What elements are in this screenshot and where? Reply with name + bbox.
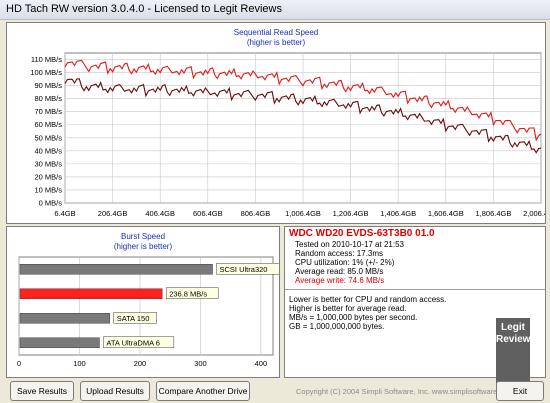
burst-speed-panel: Burst Speed (higher is better) 0 100 200 30… — [6, 226, 280, 378]
sequential-read-panel: Sequential Read Speed (higher is better)… — [6, 22, 546, 224]
drive-name: WDC WD20 EVDS-63T3B0 01.0 — [289, 228, 435, 239]
y-tick-label: 70 MB/s — [34, 107, 62, 116]
y-tick-label: 40 MB/s — [34, 146, 62, 155]
burst-tick-label: 0 — [17, 359, 21, 368]
average-read: Average read: 85.0 MB/s — [295, 267, 384, 276]
y-tick-label: 100 MB/s — [30, 68, 62, 77]
burst-bar-label: ATA UltraDMA 6 — [106, 338, 160, 347]
x-tick-label: 2,006.4GB — [523, 209, 545, 218]
x-tick-label: 1,606.4GB — [428, 209, 464, 218]
x-tick-label: 1,806.4GB — [475, 209, 511, 218]
burst-bar — [19, 313, 110, 324]
burst-tick-label: 300 — [194, 359, 207, 368]
y-tick-label: 30 MB/s — [34, 159, 62, 168]
cpu-utilization: CPU utilization: 1% (+/- 2%) — [295, 258, 395, 267]
copyright-text: Copyright (C) 2004 Simpli Software, Inc.… — [296, 387, 514, 396]
burst-tick-label: 100 — [73, 359, 86, 368]
y-tick-label: 20 MB/s — [34, 172, 62, 181]
burst-bar — [19, 337, 100, 348]
sequential-read-chart: 0 MB/s 10 MB/s 20 MB/s 30 MB/s 40 MB/s 50 MB/… — [30, 52, 545, 218]
y-tick-label: 80 MB/s — [34, 94, 62, 103]
x-tick-label: 1,006.4GB — [285, 209, 321, 218]
y-tick-label: 0 MB/s — [39, 199, 63, 208]
y-tick-label: 10 MB/s — [34, 185, 62, 194]
note-line: GB = 1,000,000,000 bytes. — [289, 322, 385, 331]
note-line: MB/s = 1,000,000 bytes per second. — [289, 313, 418, 322]
burst-tick-label: 200 — [134, 359, 147, 368]
burst-bar — [19, 288, 163, 299]
x-tick-label: 206.4GB — [98, 209, 128, 218]
random-access: Random access: 17.3ms — [295, 249, 384, 258]
note-line: Lower is better for CPU and random acces… — [289, 295, 447, 304]
app-window: HD Tach RW version 3.0.4.0 - Licensed to… — [0, 0, 550, 403]
y-tick-label: 50 MB/s — [34, 133, 62, 142]
x-tick-label: 606.4GB — [193, 209, 223, 218]
x-tick-label: 1,206.4GB — [333, 209, 369, 218]
upload-results-button[interactable]: Upload Results — [80, 381, 150, 401]
burst-bar-label: 236.8 MB/s — [169, 289, 207, 298]
window-title: HD Tach RW version 3.0.4.0 - Licensed to… — [6, 3, 282, 15]
burst-speed-chart: 0 100 200 300 400 SCSI Ultra320 236.8 MB/s SATA… — [17, 256, 279, 368]
compare-drive-button[interactable]: Compare Another Drive — [156, 381, 250, 401]
burst-bar-label: SCSI Ultra320 — [220, 265, 268, 274]
note-line: Higher is better for average read. — [289, 304, 407, 313]
y-tick-label: 90 MB/s — [34, 81, 62, 90]
x-tick-label: 406.4GB — [145, 209, 175, 218]
title-bar: HD Tach RW version 3.0.4.0 - Licensed to… — [0, 0, 550, 20]
watermark-logo: Legit Reviews — [496, 318, 536, 390]
exit-button[interactable]: Exit — [496, 381, 544, 401]
x-tick-label: 806.4GB — [241, 209, 271, 218]
burst-bar-label: SATA 150 — [117, 314, 150, 323]
tested-on: Tested on 2010-10-17 at 21:53 — [295, 240, 404, 249]
info-divider — [285, 289, 545, 290]
save-results-button[interactable]: Save Results — [10, 381, 74, 401]
burst-bar — [19, 264, 213, 275]
y-tick-label: 110 MB/s — [31, 55, 62, 64]
x-tick-label: 6.4GB — [54, 209, 75, 218]
y-tick-label: 60 MB/s — [34, 120, 62, 129]
burst-tick-label: 400 — [255, 359, 268, 368]
x-tick-label: 1,406.4GB — [380, 209, 416, 218]
average-write: Average write: 74.6 MB/s — [295, 276, 385, 285]
